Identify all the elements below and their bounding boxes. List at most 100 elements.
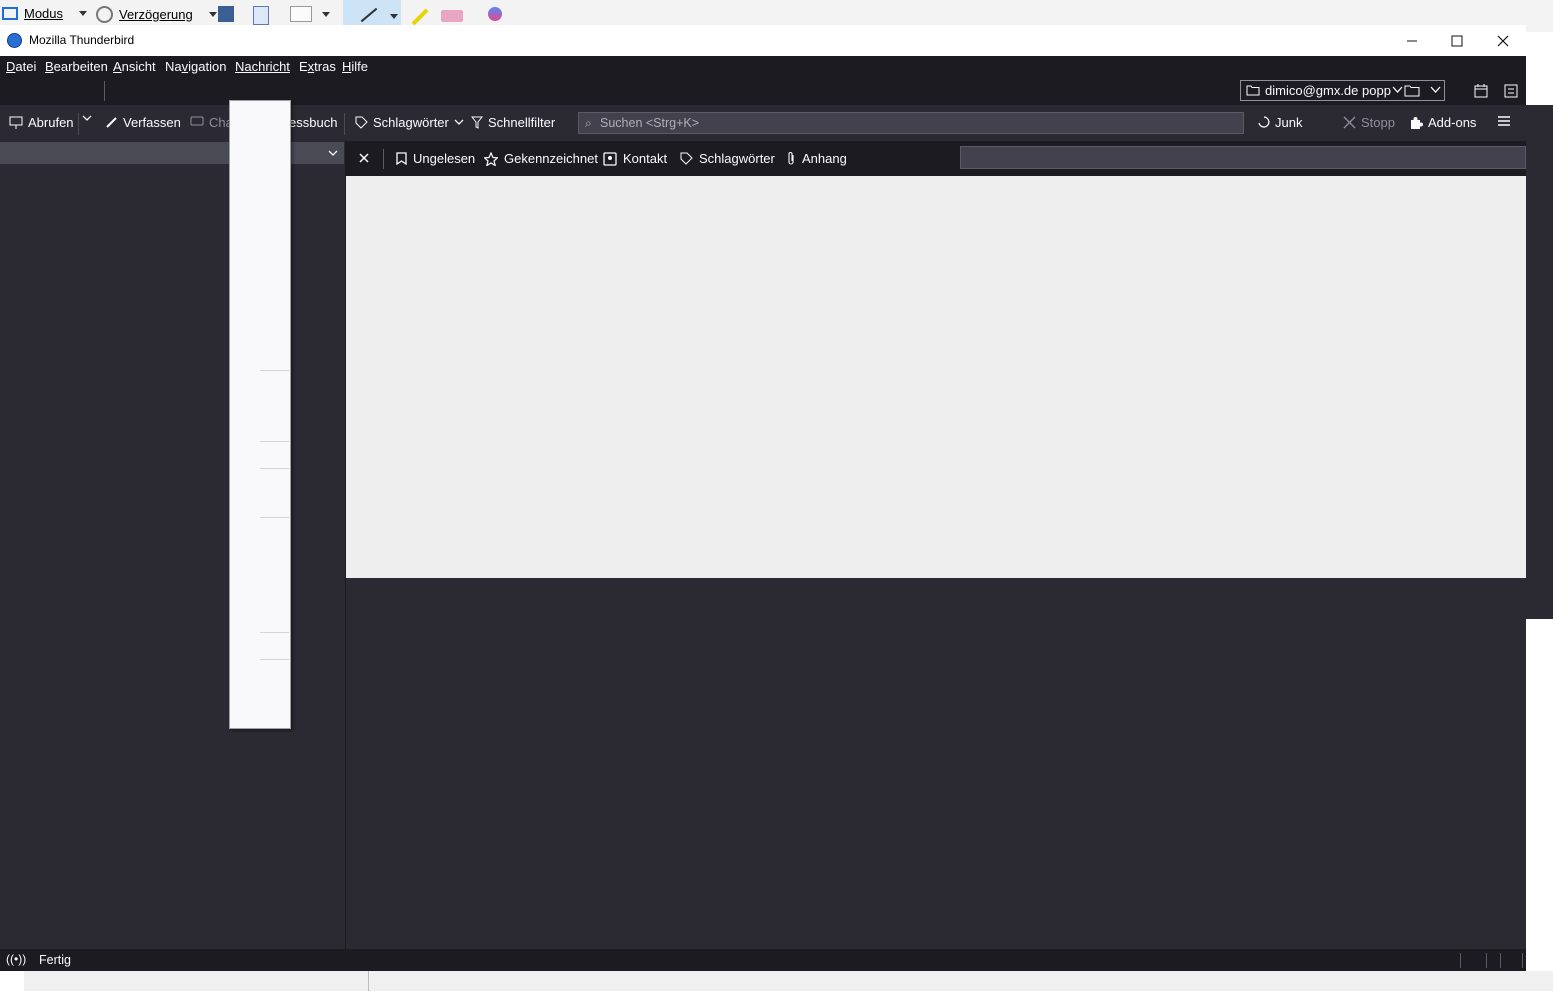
mode-button[interactable]: Modus [2,6,88,21]
gekennzeichnet-label: Gekennzeichnet [504,151,598,166]
menu-bar: Datei Bearbeiten Ansicht Navigation Nach… [0,56,1526,77]
send-mail-icon [290,6,312,22]
schlagwoerter-button[interactable]: Schlagwörter [355,115,464,130]
menu-ansicht[interactable]: Ansicht [113,59,156,74]
junk-icon [1258,116,1270,128]
abrufen-label: Abrufen [28,115,74,130]
schnellfilter-button[interactable]: Schnellfilter [471,115,555,130]
mode-icon [2,7,18,20]
puzzle-icon [1411,116,1423,129]
highlighter-icon [411,8,429,26]
folder-icon [1404,85,1420,97]
star-icon [484,151,498,166]
eraser-button[interactable] [441,10,463,22]
menu-separator [260,517,289,518]
status-separator [1522,953,1523,968]
chevron-down-icon [322,11,330,17]
adressbuch-button[interactable]: essbuch [289,115,337,130]
addons-button[interactable]: Add-ons [1409,115,1476,130]
abrufen-dropdown[interactable] [82,115,92,122]
clock-icon [96,6,113,23]
highlighter-button[interactable] [408,6,429,26]
message-pane [346,578,1526,949]
folder-location-select[interactable]: dimico@gmx.de popp [1240,80,1445,101]
delay-button[interactable]: Verzögerung [96,6,217,23]
thunderbird-icon [7,33,22,48]
status-text: Fertig [39,953,71,967]
menu-nachricht[interactable]: Nachricht [235,59,290,74]
chevron-down-icon [208,12,217,17]
thread-pane[interactable] [346,176,1526,578]
toolbar-separator [344,113,345,135]
tab-separator [104,81,105,101]
search-placeholder: Suchen <Strg+K> [600,116,700,130]
search-input[interactable]: ⌕ Suchen <Strg+K> [578,112,1244,134]
filter-kontakt-button[interactable]: Kontakt [603,151,667,166]
chevron-down-icon [390,14,398,19]
verfassen-button[interactable]: Verfassen [105,115,181,130]
send-snip-button[interactable] [290,6,330,22]
chevron-down-icon [79,11,88,16]
menu-hilfe[interactable]: Hilfe [342,59,368,74]
stopp-button[interactable]: Stopp [1343,115,1395,130]
tasks-button[interactable] [1502,82,1520,100]
mode-label: Modus [24,6,64,21]
folder-icon [1246,85,1260,96]
ungelesen-label: Ungelesen [413,151,476,166]
folder-pane [0,141,345,949]
folder-location-text: dimico@gmx.de popp [1265,83,1391,98]
filter-gekennzeichnet-button[interactable]: Gekennzeichnet [484,151,598,166]
menu-extras[interactable]: Extras [299,59,336,74]
close-icon [1497,35,1509,46]
copy-snip-button[interactable] [253,6,269,25]
menu-navigation[interactable]: Navigation [165,59,226,74]
chat-button[interactable]: Cha [190,115,233,130]
stopp-label: Stopp [1361,115,1395,130]
quick-filter-bar: Ungelesen Gekennzeichnet Kontakt Schlagw… [346,141,1526,176]
close-button[interactable] [1480,25,1526,56]
calendar-button[interactable] [1472,82,1490,100]
schlagwoerter-label: Schlagwörter [373,115,449,130]
save-snip-button[interactable] [218,6,234,22]
filter-ungelesen-button[interactable]: Ungelesen [396,151,475,166]
filter-anhang-button[interactable]: Anhang [786,151,847,166]
menu-bearbeiten[interactable]: Bearbeiten [45,59,108,74]
filter-schlagwoerter-button[interactable]: Schlagwörter [680,151,775,166]
sticky-filter-button[interactable] [357,151,371,165]
quick-filter-text-input[interactable] [960,146,1526,169]
junk-button[interactable]: Junk [1258,115,1302,130]
addons-label: Add-ons [1428,115,1477,130]
menu-separator [260,659,289,660]
status-separator [1500,953,1501,968]
tasks-icon [1504,84,1518,98]
app-menu-button[interactable] [1497,115,1511,127]
paint3d-button[interactable] [488,7,502,21]
chat-icon [190,116,204,126]
menu-datei[interactable]: Datei [6,59,36,74]
maximize-button[interactable] [1434,25,1480,56]
tag-icon [355,116,368,129]
tag-icon [680,152,693,165]
stop-icon [1343,116,1356,129]
background-separator [368,971,369,991]
thunderbird-window: Mozilla Thunderbird Datei Bearbeiten Ans… [0,25,1526,971]
menu-separator [260,468,289,469]
pencil-icon [106,117,117,128]
junk-label: Junk [1275,115,1303,130]
bookmark-icon [396,152,407,165]
chevron-down-icon [328,150,338,156]
chevron-down-icon [82,115,92,121]
online-status-icon[interactable]: ((•)) [6,952,26,966]
filter-icon [471,116,483,129]
nachricht-dropdown-menu [229,100,291,729]
window-title: Mozilla Thunderbird [29,33,135,47]
chevron-down-icon [454,119,464,125]
chevron-down-icon [1392,86,1403,93]
folder-view-select[interactable] [0,142,344,164]
status-bar: ((•)) Fertig [0,949,1526,971]
abrufen-button[interactable]: Abrufen [9,115,74,130]
search-icon: ⌕ [585,116,592,130]
contact-icon [603,151,617,166]
minimize-button[interactable] [1389,25,1435,56]
pen-icon [360,7,378,23]
